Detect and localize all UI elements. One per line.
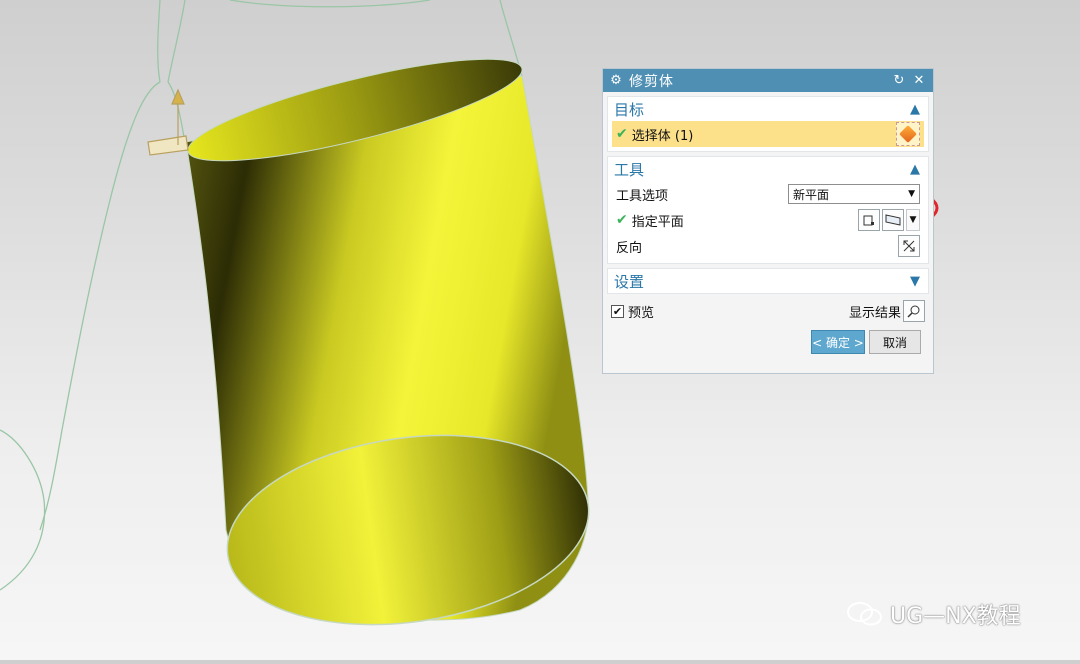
watermark-text: UG—NX教程 — [890, 604, 1021, 629]
plane-dialog-icon — [863, 215, 874, 226]
tool-option-row: 工具选项 新平面 ▼ — [612, 181, 924, 207]
tool-section: 工具 ▲ 工具选项 新平面 ▼ ✔ 指定平面 ▼ 反向 — [607, 156, 929, 264]
reverse-label: 反向 — [616, 240, 643, 256]
tool-section-header[interactable]: 工具 ▲ — [608, 157, 928, 181]
chevron-up-icon[interactable]: ▲ — [908, 162, 922, 177]
reset-icon[interactable]: ↻ — [891, 73, 907, 88]
dropdown-arrow-icon: ▼ — [908, 189, 915, 199]
settings-section-header[interactable]: 设置 ▼ — [608, 269, 928, 293]
preview-checkbox[interactable]: ✔ — [611, 304, 624, 318]
plane-type-dropdown[interactable]: ▼ — [906, 209, 920, 231]
reverse-direction-icon — [903, 240, 915, 252]
settings-section-label: 设置 — [614, 272, 645, 291]
show-result-label: 显示结果 — [848, 305, 901, 321]
dialog-titlebar: ⚙ 修剪体 ↻ ✕ — [603, 69, 933, 92]
settings-section: 设置 ▼ — [607, 268, 929, 294]
reverse-direction-button[interactable] — [898, 235, 920, 257]
ok-button[interactable]: < 确定 > — [811, 330, 865, 354]
plane-icon — [885, 214, 901, 226]
select-body-row[interactable]: ✔ 选择体 (1) — [612, 121, 924, 147]
chevron-down-icon[interactable]: ▼ — [908, 274, 922, 289]
close-icon[interactable]: ✕ — [911, 73, 927, 88]
tool-option-value: 新平面 — [793, 187, 830, 202]
select-body-button[interactable] — [896, 122, 920, 146]
solid-body-icon — [899, 125, 917, 143]
checkmark-icon: ✔ — [616, 212, 628, 228]
specify-plane-label: 指定平面 — [631, 214, 684, 230]
watermark: UG—NX教程 — [846, 598, 1021, 630]
trim-body-dialog: ⚙ 修剪体 ↻ ✕ 目标 ▲ ✔ 选择体 (1) 工具 ▲ 工具选项 新平面 ▼… — [602, 68, 934, 374]
show-result-button[interactable] — [903, 300, 925, 322]
tool-section-label: 工具 — [614, 160, 645, 179]
chevron-up-icon[interactable]: ▲ — [908, 102, 922, 117]
preview-label: 预览 — [628, 305, 655, 321]
cancel-button[interactable]: 取消 — [869, 330, 921, 354]
target-section: 目标 ▲ ✔ 选择体 (1) — [607, 96, 929, 152]
magnifier-icon — [907, 305, 920, 318]
dialog-title: 修剪体 — [629, 73, 674, 90]
gear-icon: ⚙ — [610, 73, 622, 88]
plane-type-button[interactable] — [882, 209, 904, 231]
target-section-header[interactable]: 目标 ▲ — [608, 97, 928, 121]
dialog-buttons: < 确定 > 取消 — [603, 324, 933, 354]
plane-dialog-button[interactable] — [858, 209, 880, 231]
select-body-label: 选择体 (1) — [631, 128, 694, 144]
reverse-row: 反向 — [612, 233, 924, 259]
preview-row: ✔ 预览 显示结果 — [603, 298, 933, 324]
tool-option-dropdown[interactable]: 新平面 ▼ — [788, 184, 920, 204]
wechat-icon — [847, 602, 882, 626]
specify-plane-row: ✔ 指定平面 ▼ — [612, 207, 924, 233]
tool-option-label: 工具选项 — [616, 188, 669, 204]
checkmark-icon: ✔ — [616, 126, 628, 142]
target-section-label: 目标 — [614, 100, 645, 119]
